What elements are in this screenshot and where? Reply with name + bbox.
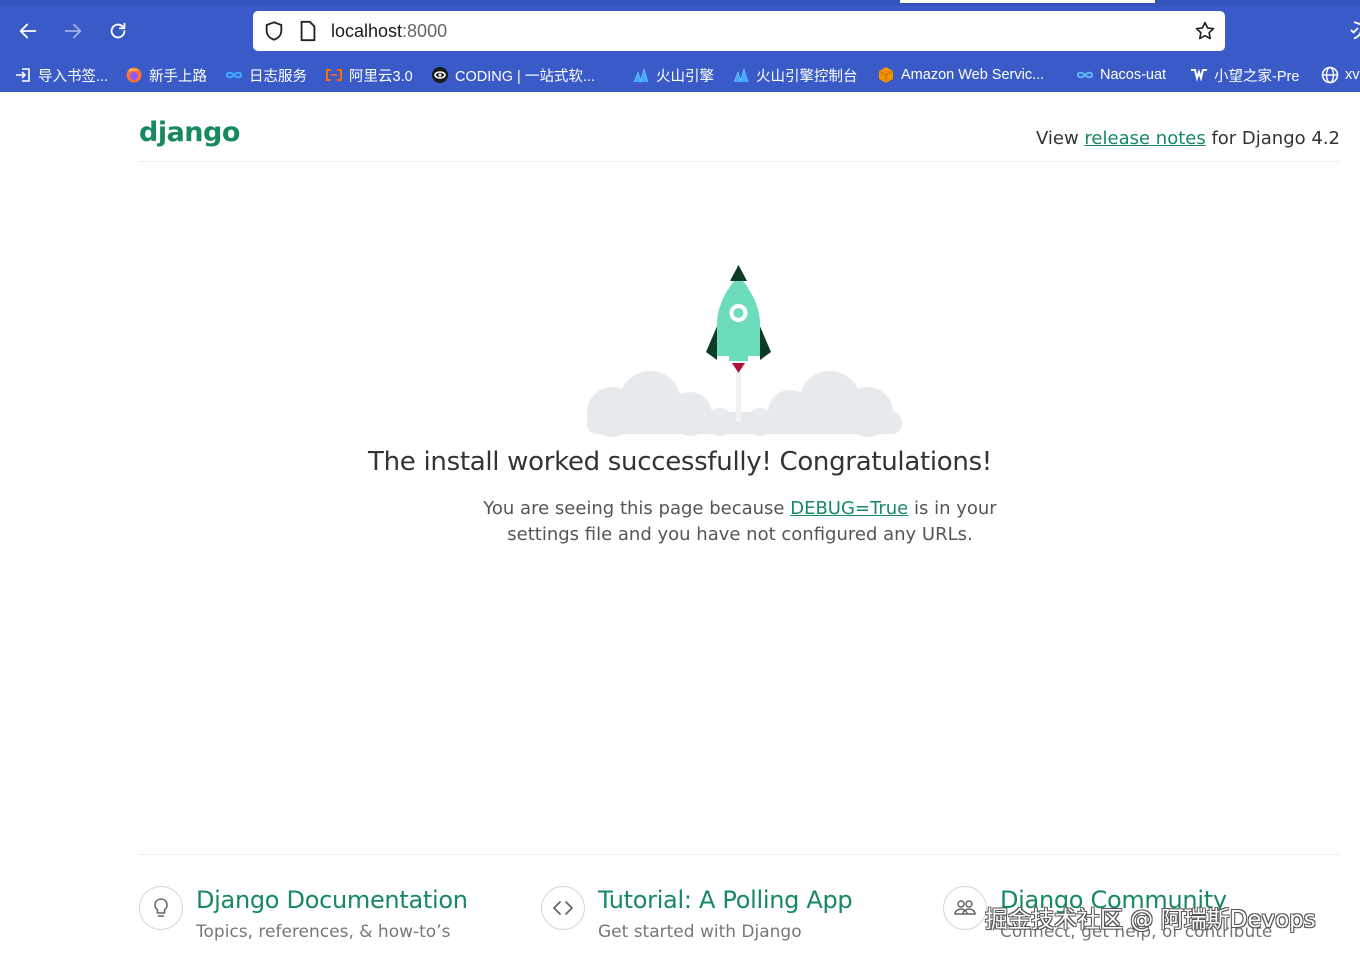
people-icon: [954, 900, 976, 915]
browser-toolbar: localhost:8000 导入书签... 新手上路 日志服务 阿里云3.0 …: [0, 0, 1360, 92]
release-suffix: for Django 4.2: [1205, 128, 1340, 149]
card-title[interactable]: Tutorial: A Polling App: [598, 886, 853, 914]
rocket-illustration: [587, 265, 902, 437]
release-notes-link[interactable]: release notes: [1084, 128, 1205, 149]
card-icon-circle: [541, 886, 585, 930]
page-content: django View release notes for Django 4.2: [0, 92, 1360, 956]
globe-icon: [1321, 66, 1339, 84]
bookmark-log-service[interactable]: 日志服务: [225, 64, 307, 86]
infinity-icon: [225, 71, 243, 79]
release-prefix: View: [1035, 128, 1085, 149]
bookmark-aliyun[interactable]: 阿里云3.0: [325, 64, 413, 86]
url-text[interactable]: localhost:8000: [331, 21, 447, 42]
exhaust-trail: [736, 372, 741, 422]
bookmark-label: Nacos-uat: [1100, 67, 1167, 83]
firefox-icon: [126, 67, 142, 83]
card-icon-circle: [139, 886, 183, 930]
bookmark-label: 日志服务: [249, 68, 307, 85]
bookmark-label: xv: [1345, 67, 1360, 83]
bookmarks-bar: 导入书签... 新手上路 日志服务 阿里云3.0 CODING | 一站式软..…: [0, 60, 1360, 90]
bookmark-label: CODING | 一站式软...: [455, 68, 595, 85]
success-headline: The install worked successfully! Congrat…: [368, 447, 992, 477]
tracking-shield-icon[interactable]: [263, 20, 285, 42]
bookmark-label: 新手上路: [149, 68, 207, 85]
rocket-icon: [706, 265, 771, 373]
aliyun-icon: [326, 69, 342, 81]
url-host: localhost: [331, 21, 403, 41]
infinity-icon: [1076, 71, 1094, 79]
forward-arrow-icon: [64, 23, 82, 39]
active-tab-edge: [900, 0, 1155, 3]
bookmark-label: 小望之家-Pre: [1214, 68, 1300, 85]
w-logo-icon: [1191, 68, 1207, 82]
bookmark-label: Amazon Web Servic...: [901, 67, 1045, 83]
forward-button[interactable]: [58, 16, 88, 46]
page-info-icon[interactable]: [298, 20, 318, 42]
bookmark-xiaowang[interactable]: 小望之家-Pre: [1190, 64, 1299, 86]
back-arrow-icon: [19, 23, 37, 39]
card-icon-circle: [943, 886, 987, 930]
cloud-icon: [587, 371, 902, 437]
debug-prefix: You are seeing this page because: [483, 498, 791, 519]
card-description: Get started with Django: [598, 922, 802, 942]
url-port: :8000: [402, 21, 448, 41]
bookmark-coding[interactable]: CODING | 一站式软...: [431, 64, 595, 86]
bookmark-volcano-console[interactable]: 火山引擎控制台: [732, 64, 858, 86]
bookmark-label: 火山引擎控制台: [756, 68, 858, 85]
volcano-icon: [733, 67, 749, 83]
bookmark-nacos[interactable]: Nacos-uat: [1076, 64, 1166, 86]
reload-button[interactable]: [103, 16, 133, 46]
page-header: django View release notes for Django 4.2: [139, 92, 1340, 162]
bookmark-label: 导入书签...: [38, 68, 109, 85]
lightbulb-icon: [154, 898, 168, 917]
extension-shield-icon[interactable]: [1346, 20, 1360, 40]
bookmark-volcano-engine[interactable]: 火山引擎: [632, 64, 714, 86]
card-tutorial[interactable]: Tutorial: A Polling App Get started with…: [541, 884, 921, 944]
watermark: 掘金技术社区 @ 阿瑞斯Devops: [985, 907, 1316, 933]
release-notes-line: View release notes for Django 4.2: [1036, 128, 1340, 149]
coding-icon: [432, 67, 448, 83]
import-icon: [16, 68, 30, 82]
footer-divider: [139, 854, 1340, 855]
card-description: Topics, references, & how-to’s: [196, 922, 451, 942]
code-icon: [553, 901, 573, 915]
bookmark-label: 阿里云3.0: [349, 68, 413, 85]
address-bar[interactable]: localhost:8000: [253, 11, 1225, 51]
debug-link[interactable]: DEBUG=True: [790, 498, 908, 519]
django-logo[interactable]: django: [139, 117, 240, 148]
bookmark-aws[interactable]: Amazon Web Servic...: [877, 64, 1044, 86]
bookmark-label: 火山引擎: [656, 68, 714, 85]
card-title[interactable]: Django Documentation: [196, 886, 468, 914]
aws-cube-icon: [878, 67, 894, 83]
bookmark-xv[interactable]: xv: [1321, 64, 1360, 86]
reload-icon: [110, 22, 126, 39]
bookmark-getting-started[interactable]: 新手上路: [125, 64, 207, 86]
card-documentation[interactable]: Django Documentation Topics, references,…: [139, 884, 519, 944]
debug-explanation: You are seeing this page because DEBUG=T…: [480, 496, 1000, 548]
volcano-icon: [633, 67, 649, 83]
bookmark-import[interactable]: 导入书签...: [14, 64, 108, 86]
back-button[interactable]: [13, 16, 43, 46]
bookmark-star-icon[interactable]: [1194, 20, 1216, 42]
